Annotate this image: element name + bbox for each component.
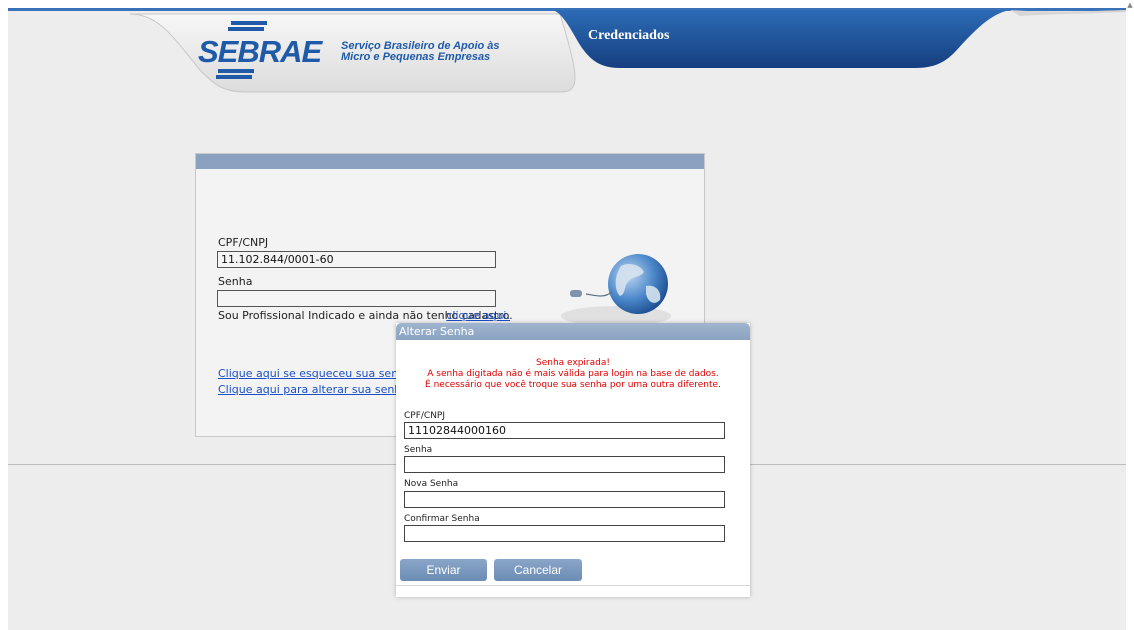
sebrae-logo: SEBRAE: [198, 34, 322, 69]
change-password-link[interactable]: Clique aqui para alterar sua senha.: [218, 383, 412, 397]
enviar-button[interactable]: Enviar: [400, 559, 487, 581]
tab-credenciados[interactable]: Credenciados: [588, 28, 669, 44]
cpf-input[interactable]: 11.102.844/0001-60: [217, 251, 496, 268]
cadastro-link-wrap: clique aqui.: [218, 309, 510, 323]
dialog-nova-senha-input[interactable]: [404, 491, 725, 508]
dialog-senha-input[interactable]: [404, 456, 725, 473]
header-banner: [8, 8, 1126, 93]
logo-bar-bottom-2: [216, 75, 252, 79]
error-title: Senha expirada!: [535, 358, 610, 368]
dialog-footer-line: [396, 585, 750, 586]
dialog-confirmar-label: Confirmar Senha: [404, 514, 480, 524]
sebrae-tagline: Serviço Brasileiro de Apoio às Micro e P…: [341, 40, 500, 63]
error-line-1: A senha digitada não é mais válida para …: [427, 369, 719, 379]
cpf-label: CPF/CNPJ: [218, 236, 269, 249]
login-panel-header: [196, 154, 704, 169]
dialog-confirmar-input[interactable]: [404, 525, 725, 542]
globe-with-mouse-icon: [561, 254, 671, 326]
error-line-2: É necessário que você troque sua senha p…: [425, 380, 721, 390]
dialog-cpf-input[interactable]: 11102844000160: [404, 422, 725, 439]
dialog-cpf-label: CPF/CNPJ: [404, 411, 446, 421]
senha-label: Senha: [218, 275, 253, 288]
change-password-dialog: Alterar Senha Senha expirada! A senha di…: [396, 323, 750, 597]
dialog-senha-label: Senha: [404, 445, 433, 455]
dialog-nova-senha-label: Nova Senha: [404, 479, 459, 489]
cadastro-link[interactable]: clique aqui.: [446, 309, 510, 322]
logo-bar-bottom: [218, 69, 254, 73]
logo-bar-top-2: [228, 27, 264, 31]
cancelar-button[interactable]: Cancelar: [494, 559, 582, 581]
dialog-title: Alterar Senha: [396, 323, 750, 340]
senha-input[interactable]: [217, 290, 496, 307]
logo-bar-top: [231, 21, 267, 25]
forgot-password-link[interactable]: Clique aqui se esqueceu sua senha.: [218, 367, 415, 381]
